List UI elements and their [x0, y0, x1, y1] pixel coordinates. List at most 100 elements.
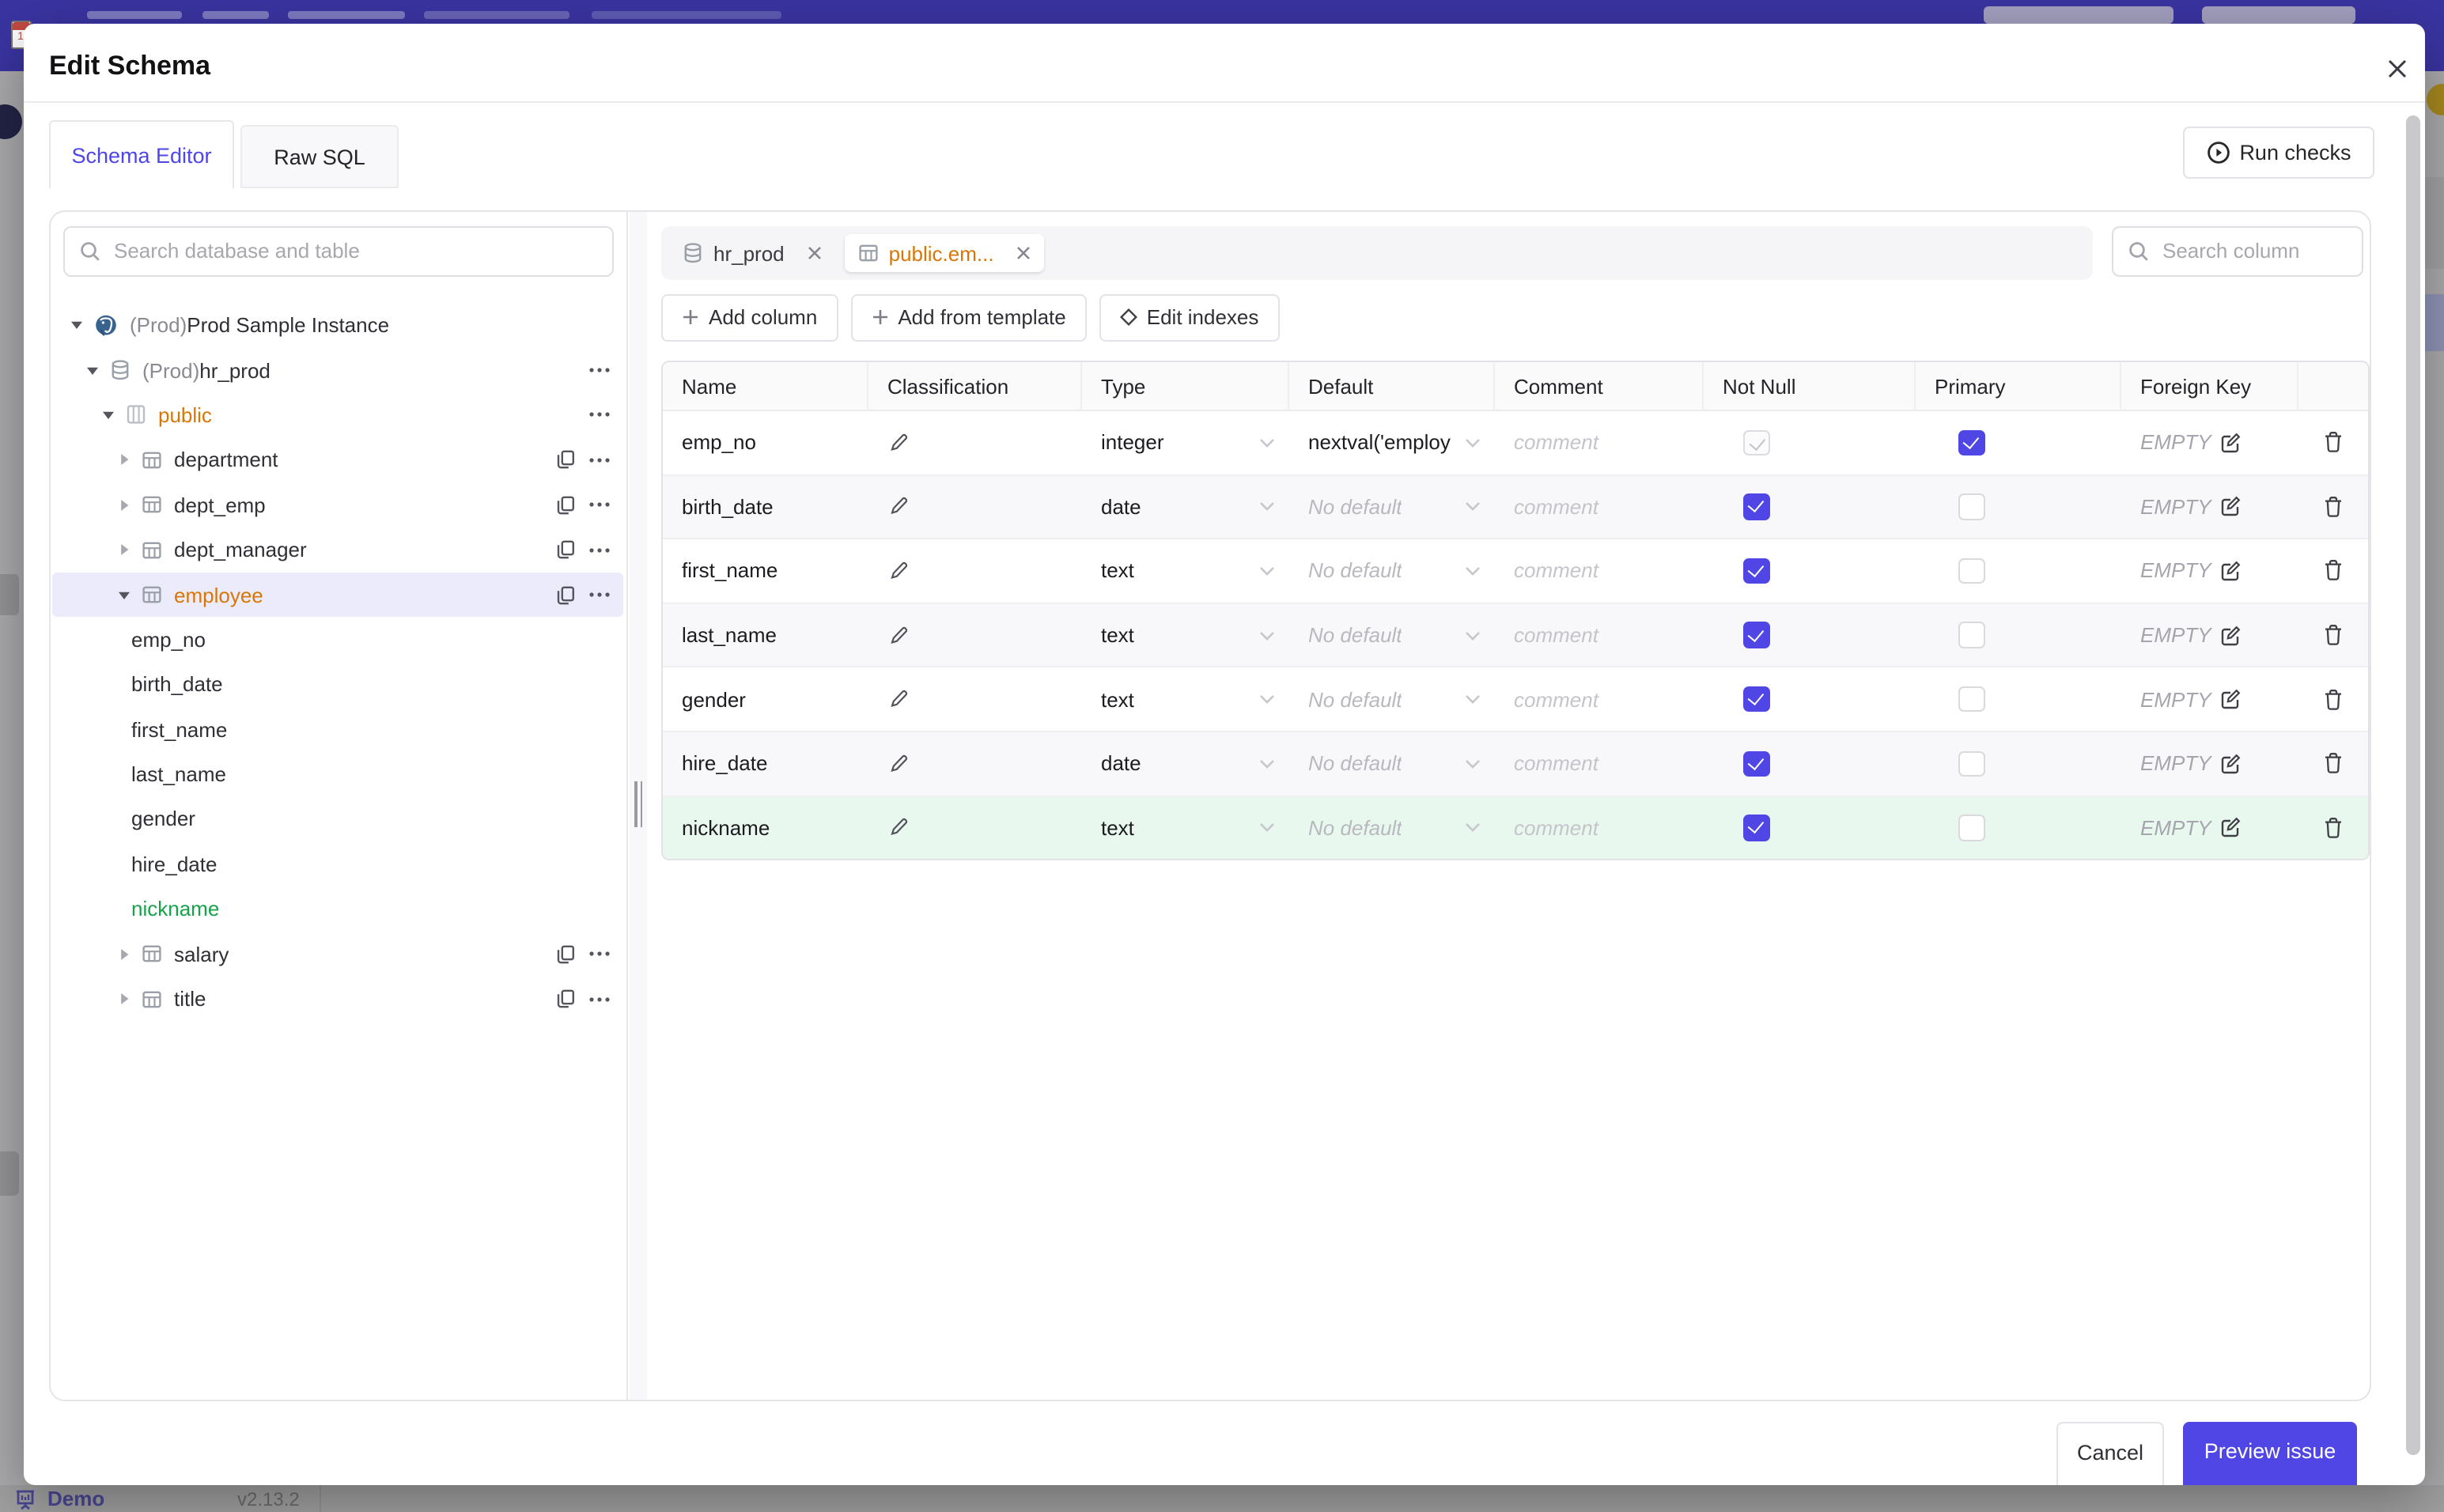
copy-icon[interactable]	[554, 539, 575, 560]
not-null-checkbox[interactable]	[1743, 815, 1769, 841]
type-select[interactable]: text	[1082, 668, 1289, 731]
caret-right-icon[interactable]	[116, 453, 131, 467]
pencil-icon[interactable]	[887, 688, 910, 710]
comment-input[interactable]: comment	[1495, 732, 1704, 795]
copy-icon[interactable]	[554, 495, 575, 516]
primary-checkbox[interactable]	[1958, 686, 1984, 713]
tree-item-birth_date[interactable]: birth_date	[52, 662, 622, 707]
edit-square-icon[interactable]	[2219, 753, 2242, 775]
not-null-checkbox[interactable]	[1743, 750, 1769, 777]
tree-item-public[interactable]: public	[52, 393, 622, 438]
tree-item-dept_emp[interactable]: dept_emp	[52, 482, 622, 527]
column-search-input[interactable]	[2159, 237, 2347, 265]
pencil-icon[interactable]	[887, 432, 910, 454]
default-select[interactable]: No default	[1289, 732, 1495, 795]
sidebar-resize-handle[interactable]	[629, 211, 647, 1400]
type-select[interactable]: text	[1082, 604, 1289, 667]
pencil-icon[interactable]	[887, 753, 910, 775]
copy-icon[interactable]	[554, 584, 575, 605]
tab-raw-sql[interactable]: Raw SQL	[240, 125, 399, 188]
tree-search-input[interactable]	[111, 237, 598, 265]
tree-item-last_name[interactable]: last_name	[52, 752, 622, 797]
caret-down-icon[interactable]	[116, 588, 131, 602]
not-null-checkbox[interactable]	[1743, 493, 1769, 520]
close-icon[interactable]	[807, 245, 823, 261]
default-select[interactable]: nextval('employ	[1289, 411, 1495, 474]
primary-checkbox[interactable]	[1958, 558, 1984, 584]
pencil-icon[interactable]	[887, 624, 910, 646]
type-select[interactable]: date	[1082, 732, 1289, 795]
default-select[interactable]: No default	[1289, 475, 1495, 538]
tree-item-hire_date[interactable]: hire_date	[52, 841, 622, 886]
caret-down-icon[interactable]	[85, 363, 99, 377]
trash-icon[interactable]	[2322, 687, 2344, 711]
not-null-checkbox[interactable]	[1743, 622, 1769, 648]
default-select[interactable]: No default	[1289, 796, 1495, 859]
add-from-template-button[interactable]: Add from template	[850, 294, 1087, 341]
caret-right-icon[interactable]	[116, 498, 131, 512]
trash-icon[interactable]	[2322, 559, 2344, 583]
caret-right-icon[interactable]	[116, 992, 131, 1006]
more-icon[interactable]	[588, 457, 610, 463]
caret-down-icon[interactable]	[100, 408, 115, 422]
type-select[interactable]: text	[1082, 796, 1289, 859]
column-name-cell[interactable]: first_name	[663, 539, 868, 602]
column-name-cell[interactable]: emp_no	[663, 411, 868, 474]
edit-indexes-button[interactable]: Edit indexes	[1099, 294, 1280, 341]
caret-right-icon[interactable]	[116, 947, 131, 961]
pencil-icon[interactable]	[887, 817, 910, 839]
tree-item-hr_prod[interactable]: (Prod) hr_prod	[52, 348, 622, 393]
more-icon[interactable]	[588, 412, 610, 418]
comment-input[interactable]: comment	[1495, 475, 1704, 538]
more-icon[interactable]	[588, 502, 610, 508]
tree-item-title[interactable]: title	[52, 977, 622, 1022]
not-null-checkbox[interactable]	[1743, 558, 1769, 584]
trash-icon[interactable]	[2322, 623, 2344, 647]
not-null-checkbox[interactable]	[1743, 686, 1769, 713]
edit-square-icon[interactable]	[2219, 432, 2242, 454]
close-icon[interactable]	[1016, 245, 1032, 261]
primary-checkbox[interactable]	[1958, 622, 1984, 648]
primary-checkbox[interactable]	[1958, 493, 1984, 520]
edit-square-icon[interactable]	[2219, 560, 2242, 582]
comment-input[interactable]: comment	[1495, 796, 1704, 859]
copy-icon[interactable]	[554, 943, 575, 964]
default-select[interactable]: No default	[1289, 668, 1495, 731]
comment-input[interactable]: comment	[1495, 668, 1704, 731]
tree-item-employee[interactable]: employee	[52, 572, 622, 618]
add-column-button[interactable]: Add column	[661, 294, 838, 341]
default-select[interactable]: No default	[1289, 604, 1495, 667]
modal-scrollbar[interactable]	[2405, 115, 2420, 1454]
trash-icon[interactable]	[2322, 431, 2344, 455]
tree-item-salary[interactable]: salary	[52, 932, 622, 977]
edit-square-icon[interactable]	[2219, 496, 2242, 518]
trash-icon[interactable]	[2322, 816, 2344, 840]
close-icon[interactable]	[2385, 57, 2409, 81]
more-icon[interactable]	[588, 996, 610, 1002]
tree-item-Prod Sample Instance[interactable]: (Prod) Prod Sample Instance	[52, 303, 622, 348]
copy-icon[interactable]	[554, 450, 575, 471]
primary-checkbox[interactable]	[1958, 750, 1984, 777]
tree-item-gender[interactable]: gender	[52, 797, 622, 842]
type-select[interactable]: date	[1082, 475, 1289, 538]
copy-icon[interactable]	[554, 988, 575, 1009]
editor-tab-public.em...[interactable]: public.em...	[844, 234, 1045, 272]
tree-item-department[interactable]: department	[52, 437, 622, 482]
column-name-cell[interactable]: birth_date	[663, 475, 868, 538]
tree-item-nickname[interactable]: nickname	[52, 886, 622, 932]
comment-input[interactable]: comment	[1495, 539, 1704, 602]
run-checks-button[interactable]: Run checks	[2183, 126, 2374, 178]
comment-input[interactable]: comment	[1495, 411, 1704, 474]
preview-issue-button[interactable]: Preview issue	[2183, 1422, 2357, 1485]
tree-item-dept_manager[interactable]: dept_manager	[52, 527, 622, 573]
column-name-cell[interactable]: hire_date	[663, 732, 868, 795]
trash-icon[interactable]	[2322, 752, 2344, 776]
comment-input[interactable]: comment	[1495, 604, 1704, 667]
type-select[interactable]: text	[1082, 539, 1289, 602]
more-icon[interactable]	[588, 592, 610, 598]
type-select[interactable]: integer	[1082, 411, 1289, 474]
editor-tab-hr_prod[interactable]: hr_prod	[669, 234, 835, 272]
cancel-button[interactable]: Cancel	[2056, 1422, 2164, 1485]
edit-square-icon[interactable]	[2219, 817, 2242, 839]
more-icon[interactable]	[588, 367, 610, 373]
